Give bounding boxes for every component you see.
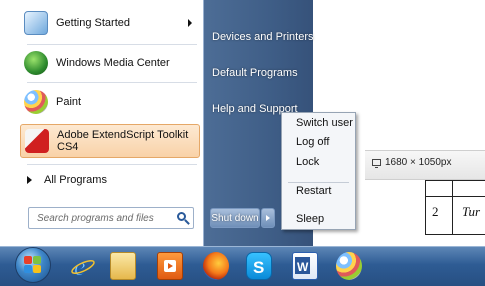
table-border <box>425 196 485 197</box>
search-input[interactable] <box>35 211 175 225</box>
media-player-icon[interactable] <box>157 252 183 280</box>
menu-separator <box>27 44 197 45</box>
all-programs-label: All Programs <box>44 174 107 186</box>
word-icon[interactable]: W <box>292 252 318 280</box>
menu-separator <box>27 82 197 83</box>
search-box[interactable] <box>28 207 194 229</box>
shutdown-submenu: Switch user Log off Lock Restart Sleep <box>281 112 356 230</box>
search-icon[interactable] <box>177 212 186 221</box>
shutdown-options-button[interactable] <box>261 208 275 228</box>
windows-flag-icon <box>24 256 42 274</box>
menu-item-label: Windows Media Center <box>56 57 170 69</box>
menu-item-devices-and-printers[interactable]: Devices and Printers <box>212 31 314 43</box>
svg-text:W: W <box>297 260 309 274</box>
menu-item-extendscript-toolkit[interactable]: Adobe ExtendScript Toolkit CS4 <box>20 124 200 158</box>
internet-explorer-icon[interactable]: e <box>70 252 96 281</box>
menu-item-windows-media-center[interactable]: Windows Media Center <box>20 46 200 80</box>
submenu-arrow-icon <box>188 19 192 27</box>
all-programs-arrow-icon <box>27 176 32 184</box>
table-cell-text: Tur <box>462 204 481 219</box>
submenu-item-restart[interactable]: Restart <box>296 185 331 197</box>
firefox-icon[interactable] <box>203 252 229 280</box>
table-border <box>425 180 485 181</box>
resolution-indicator: 1680 × 1050px <box>372 157 451 168</box>
monitor-icon <box>372 159 381 168</box>
extendscript-toolkit-icon <box>25 129 49 153</box>
menu-item-getting-started[interactable]: Getting Started <box>20 6 200 40</box>
submenu-item-log-off[interactable]: Log off <box>296 136 329 148</box>
submenu-separator <box>288 182 349 183</box>
resolution-label: 1680 × 1050px <box>385 157 452 168</box>
table-border <box>425 180 426 235</box>
menu-item-default-programs[interactable]: Default Programs <box>212 67 298 79</box>
getting-started-icon <box>24 11 48 35</box>
windows-media-center-icon <box>24 51 48 75</box>
submenu-item-lock[interactable]: Lock <box>296 156 319 168</box>
submenu-item-switch-user[interactable]: Switch user <box>296 117 353 129</box>
menu-item-paint[interactable]: Paint <box>20 85 200 119</box>
skype-icon[interactable]: S <box>246 252 272 280</box>
windows-explorer-icon[interactable] <box>110 252 136 280</box>
paint-icon <box>24 90 48 114</box>
submenu-item-sleep[interactable]: Sleep <box>296 213 324 225</box>
menu-item-label: Getting Started <box>56 17 130 29</box>
paint-taskbar-icon[interactable] <box>336 252 362 280</box>
table-border <box>452 180 453 235</box>
shutdown-button[interactable]: Shut down <box>210 208 260 228</box>
menu-item-label: Adobe ExtendScript Toolkit CS4 <box>57 129 189 153</box>
table-cell-number: 2 <box>432 204 439 219</box>
all-programs-button[interactable]: All Programs <box>27 170 107 190</box>
menu-item-label: Paint <box>56 96 82 108</box>
menu-separator <box>27 164 197 165</box>
table-border <box>425 234 485 235</box>
svg-text:S: S <box>253 258 264 277</box>
